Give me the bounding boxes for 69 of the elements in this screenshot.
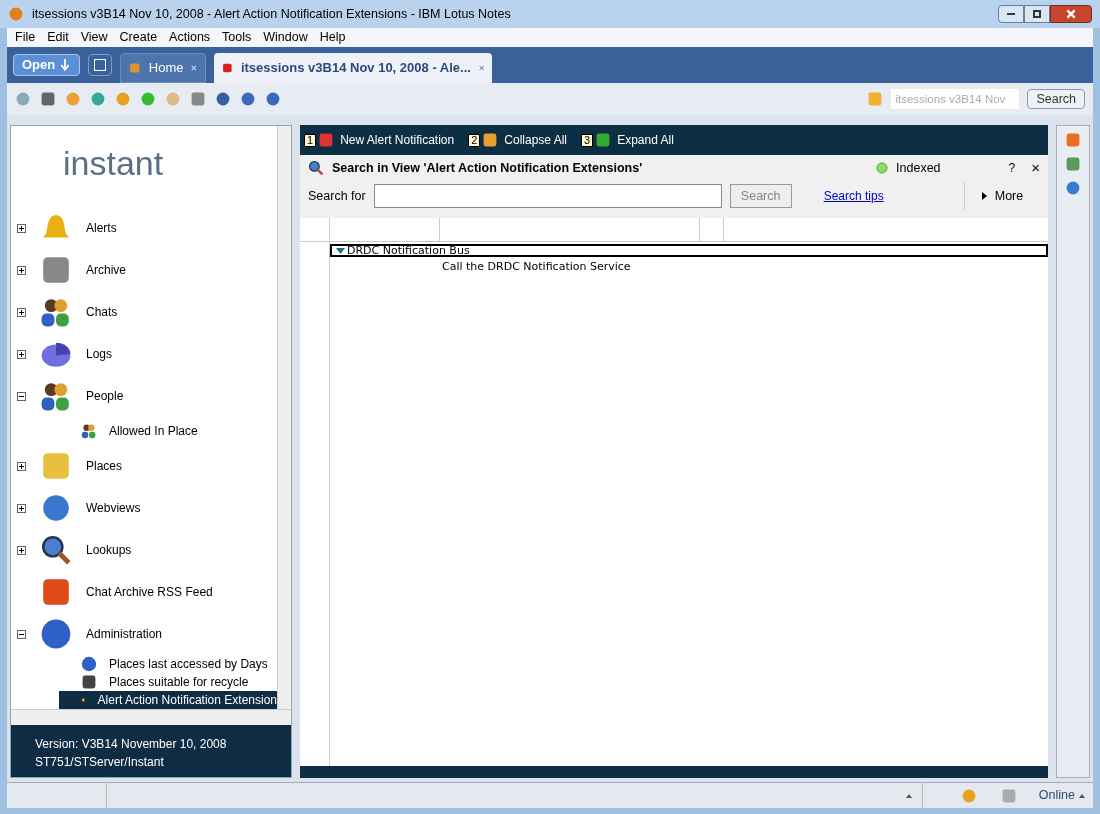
search-input[interactable] [373, 184, 722, 208]
menu-item[interactable]: Help [319, 28, 346, 47]
tab-label: itsessions v3B14 Nov 10, 2008 - Ale... [240, 59, 471, 78]
search-tips-link[interactable]: Search tips [823, 187, 884, 205]
close-icon[interactable] [478, 64, 485, 72]
action-button[interactable]: 1 New Alert Notification [304, 131, 455, 149]
window-title: itsessions v3B14 Nov 10, 2008 - Alert Action Notification Extensions - IBM Lotus Notes [32, 5, 511, 23]
nav-item[interactable]: People [86, 387, 124, 405]
tab-label: Home [148, 59, 184, 78]
close-icon [1065, 8, 1077, 20]
document-row[interactable]: Call the DRDC Notification Service [330, 259, 1048, 276]
close-button[interactable]: × [1031, 156, 1040, 180]
menu-item[interactable]: Actions [169, 28, 211, 47]
help-button[interactable]: ? [1008, 159, 1016, 177]
version-text: ST751/STServer/Instant [35, 754, 165, 771]
search-label: Search for [308, 187, 366, 205]
nav-item[interactable]: Chat Archive RSS Feed [86, 583, 213, 601]
shortcut-number: 3 [581, 133, 594, 147]
nav-subitem[interactable]: Alert Action Notification Extension [59, 691, 277, 709]
search-button[interactable]: Search [1027, 89, 1085, 109]
menu-item[interactable]: Tools [222, 28, 252, 47]
menu-item[interactable]: View [80, 28, 108, 47]
people-icon [81, 423, 97, 439]
magnifier-icon [40, 534, 72, 566]
logo: instant [63, 146, 164, 180]
nav-item[interactable]: Logs [86, 345, 113, 363]
expanded-triangle-icon[interactable] [336, 247, 345, 254]
minimize-button[interactable] [998, 5, 1024, 23]
caret-up-icon[interactable] [906, 793, 912, 798]
tab[interactable]: itsessions v3B14 Nov 10, 2008 - Ale... [214, 53, 493, 83]
switcher-button[interactable] [88, 54, 113, 76]
horizontal-scrollbar[interactable] [11, 709, 291, 725]
people-icon [40, 380, 72, 412]
search-panel-title: Search in View 'Alert Action Notification Extensions' [332, 159, 643, 177]
pages-icon [94, 59, 107, 71]
index-status: Indexed [896, 159, 941, 177]
caret-icon [981, 192, 987, 200]
nav-item[interactable]: Lookups [86, 541, 132, 559]
shortcut-number: 2 [468, 133, 481, 147]
search-icon [308, 160, 324, 176]
more-button[interactable]: More [964, 182, 1040, 210]
caret-up-icon [1079, 793, 1085, 798]
action-button[interactable]: 3 Expand All [581, 131, 674, 149]
nav-subitem[interactable]: Allowed In Place [59, 417, 277, 445]
action-button[interactable]: 2 Collapse All [468, 131, 567, 149]
nav-subitem[interactable]: Places suitable for recycle [59, 673, 277, 691]
menu-item[interactable]: File [15, 28, 36, 47]
menu-item[interactable]: Create [119, 28, 158, 47]
online-status-button[interactable]: Online [1038, 786, 1085, 805]
nav-item[interactable]: Archive [86, 261, 126, 279]
nav-subitem[interactable]: Places last accessed by Days [59, 655, 277, 673]
version-text: Version: V3B14 November 10, 2008 [35, 736, 228, 753]
nav-item[interactable]: Administration [86, 625, 163, 643]
search-field[interactable]: itsessions v3B14 Nov [891, 89, 1020, 109]
status-dot [876, 162, 889, 174]
category-row[interactable]: DRDC Notification Bus [330, 244, 1048, 257]
menu-item[interactable]: Window [263, 28, 308, 47]
scrollbar[interactable] [277, 126, 291, 709]
nav-item[interactable]: Webviews [86, 499, 141, 517]
tab[interactable]: Home [120, 53, 207, 83]
close-button[interactable] [1050, 5, 1092, 23]
maximize-button[interactable] [1024, 5, 1050, 23]
shortcut-number: 1 [304, 133, 317, 147]
nav-item[interactable]: Places [86, 457, 123, 475]
menu-item[interactable]: Edit [47, 28, 69, 47]
nav-item[interactable]: Chats [86, 303, 118, 321]
nav-item[interactable]: Alerts [86, 219, 117, 237]
category-label: DRDC Notification Bus [347, 245, 470, 256]
search-button: Search [729, 184, 792, 208]
